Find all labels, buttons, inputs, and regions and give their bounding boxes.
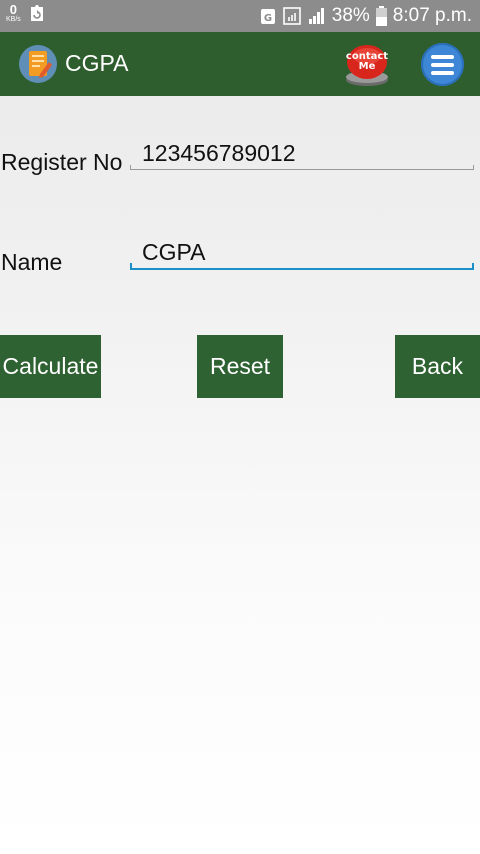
name-underline-right-tick bbox=[472, 263, 474, 269]
no-sim-icon bbox=[282, 6, 302, 26]
network-speed-value: 0 bbox=[9, 2, 18, 17]
name-underline-left-tick bbox=[130, 263, 132, 269]
recycle-icon bbox=[29, 4, 45, 22]
register-no-underline-left-tick bbox=[130, 165, 131, 170]
app-logo-icon bbox=[18, 44, 58, 84]
menu-button[interactable] bbox=[421, 43, 464, 86]
contact-me-button[interactable]: contact Me bbox=[343, 42, 391, 88]
register-no-underline-right-tick bbox=[473, 165, 474, 170]
app-title: CGPA bbox=[65, 50, 129, 76]
battery-percent: 38% bbox=[331, 5, 370, 26]
register-no-label: Register No bbox=[1, 149, 123, 175]
hamburger-icon bbox=[431, 55, 454, 75]
name-underline bbox=[130, 268, 474, 270]
name-label: Name bbox=[1, 249, 63, 275]
name-input[interactable] bbox=[130, 238, 472, 266]
clock: 8:07 p.m. bbox=[392, 5, 472, 26]
reset-button[interactable]: Reset bbox=[197, 335, 283, 398]
status-bar: 0 KB/s G 38% 8:07 p.m. bbox=[0, 0, 480, 32]
signal-icon bbox=[308, 7, 326, 25]
back-button[interactable]: Back bbox=[395, 335, 480, 398]
register-no-underline bbox=[130, 169, 474, 170]
network-speed: 0 KB/s bbox=[6, 3, 21, 23]
battery-icon bbox=[375, 6, 387, 26]
status-bar-left: 0 KB/s bbox=[6, 3, 45, 23]
network-speed-unit: KB/s bbox=[6, 16, 21, 23]
status-bar-right: G 38% 8:07 p.m. bbox=[260, 0, 472, 32]
app-bar: CGPA contact Me bbox=[0, 32, 480, 96]
register-no-input[interactable] bbox=[130, 139, 472, 167]
data-saver-icon: G bbox=[260, 7, 276, 25]
calculate-button[interactable]: Calculate bbox=[0, 335, 101, 398]
contact-button-text-line2: Me bbox=[359, 61, 376, 72]
svg-text:G: G bbox=[264, 13, 272, 24]
